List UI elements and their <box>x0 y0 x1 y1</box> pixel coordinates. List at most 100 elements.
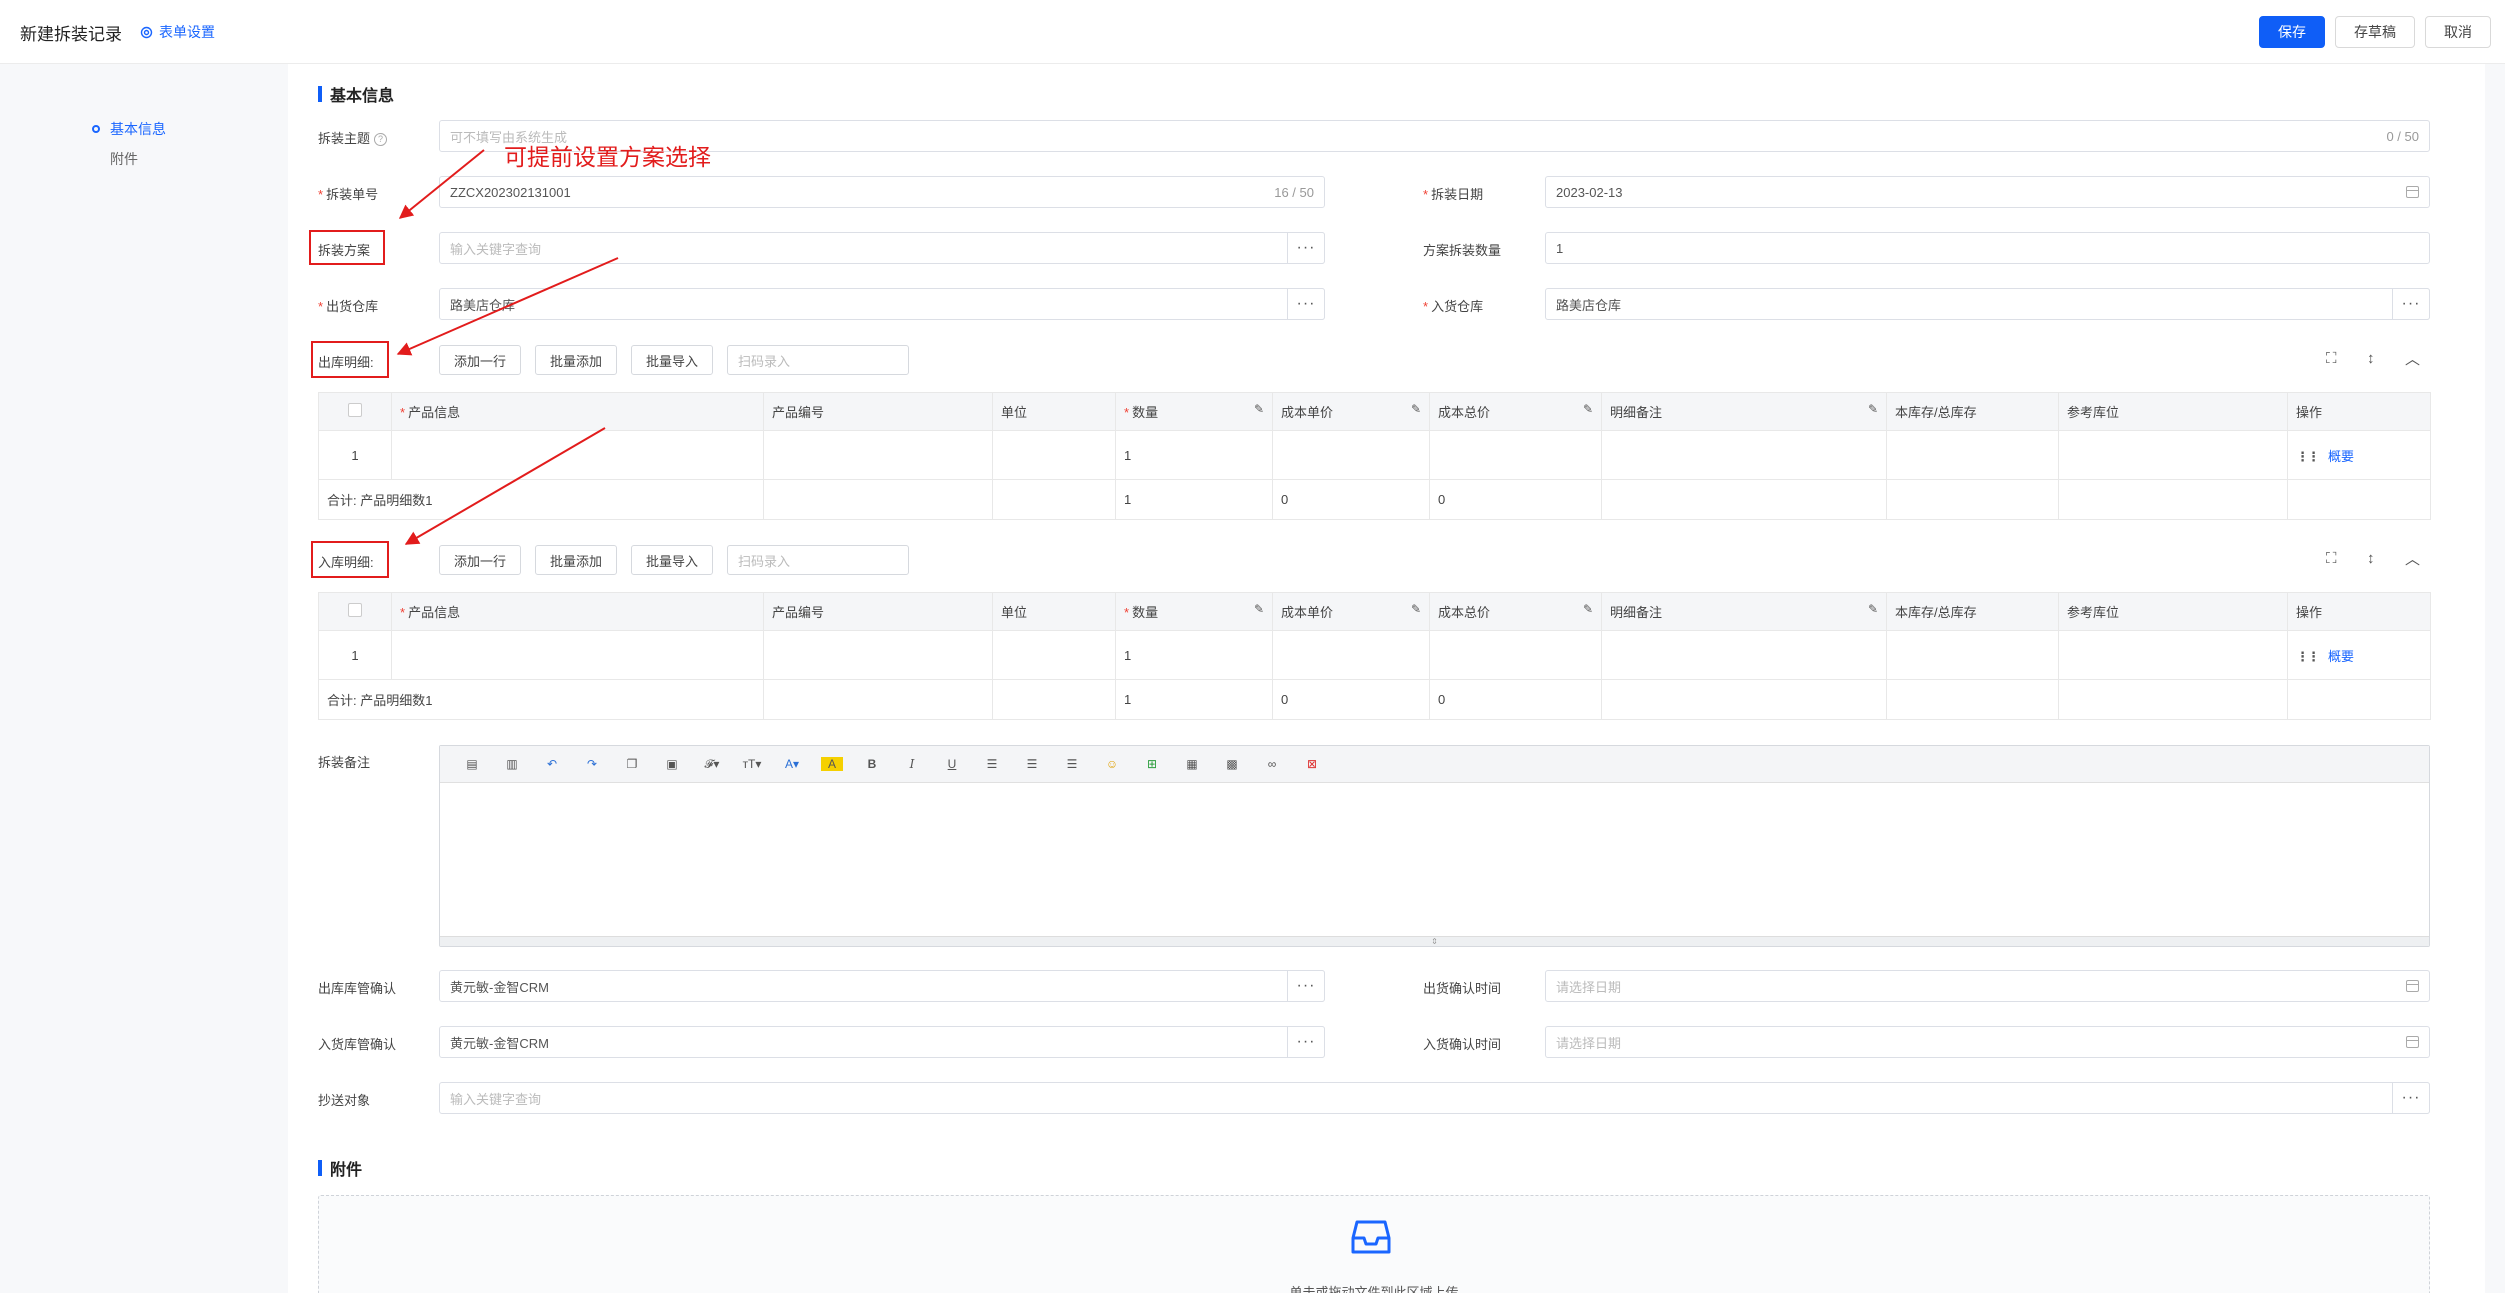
cc-label: 抄送对象 <box>318 1093 371 1108</box>
select-all-checkbox[interactable] <box>348 603 362 617</box>
emoji-icon[interactable]: ☺ <box>1092 757 1132 771</box>
form-settings-link[interactable]: 表单设置 <box>140 22 215 42</box>
char-count: 0 / 50 <box>2386 129 2419 144</box>
table-icon[interactable]: ▦ <box>1172 757 1212 771</box>
product-cell[interactable] <box>391 430 764 480</box>
align-right-icon[interactable]: ☰ <box>1052 757 1092 771</box>
collapse-icon[interactable]: ︿ <box>2405 348 2420 369</box>
fullscreen-icon[interactable]: ⛶ <box>2326 550 2337 567</box>
edit-icon[interactable]: ✎ <box>1868 602 1878 616</box>
col-header: 本库存/总库存 <box>1886 592 2059 631</box>
summary-link[interactable]: 概要 <box>2328 649 2354 664</box>
bold-icon[interactable]: B <box>852 757 892 771</box>
image-icon[interactable]: ▩ <box>1212 757 1252 771</box>
font-color-icon[interactable]: A▾ <box>772 757 812 771</box>
scrollbar-track[interactable] <box>2485 64 2505 1293</box>
in-add-row-button[interactable]: 添加一行 <box>439 545 522 575</box>
out-warehouse-input[interactable]: 路美店仓库 ··· <box>439 288 1325 320</box>
upload-dropzone[interactable]: 单击或拖动文件到此区域上传 <box>318 1195 2430 1293</box>
side-panel: 基本信息 附件 <box>0 64 288 1293</box>
out-batch-import-button[interactable]: 批量导入 <box>631 345 714 375</box>
undo-icon[interactable]: ↶ <box>532 757 572 771</box>
font-size-icon[interactable]: тT▾ <box>732 757 772 771</box>
col-header: 明细备注 ✎ <box>1601 592 1887 631</box>
out-scan-input[interactable]: 扫码录入 <box>727 345 909 375</box>
product-cell[interactable] <box>391 630 764 680</box>
save-draft-button[interactable]: 存草稿 <box>2335 16 2415 48</box>
edit-icon[interactable]: ✎ <box>1868 402 1878 416</box>
in-batch-import-button[interactable]: 批量导入 <box>631 545 714 575</box>
fullscreen-icon[interactable]: ⛶ <box>2326 350 2337 367</box>
nav-item-basic-info[interactable]: 基本信息 <box>92 114 166 144</box>
highlight-color-icon[interactable]: A <box>821 757 843 771</box>
more-icon[interactable]: ··· <box>2392 1082 2430 1114</box>
align-center-icon[interactable]: ☰ <box>1012 757 1052 771</box>
total-row: 合计: 产品明细数1 1 0 0 <box>318 479 2431 520</box>
nav-item-attachments[interactable]: 附件 <box>92 144 166 174</box>
link-icon[interactable]: ∞ <box>1252 757 1292 771</box>
col-header: 产品编号 <box>763 592 993 631</box>
out-add-row-button[interactable]: 添加一行 <box>439 345 522 375</box>
editor-resize-handle[interactable]: ⇕ <box>440 936 2429 946</box>
more-icon[interactable]: ··· <box>1287 232 1325 264</box>
out-manager-label: 出库库管确认 <box>318 981 397 996</box>
plan-qty-input[interactable]: 1 <box>1545 232 2430 264</box>
insert-icon[interactable]: ⊞ <box>1132 757 1172 771</box>
in-time-picker[interactable]: 请选择日期 <box>1545 1026 2430 1058</box>
in-batch-add-button[interactable]: 批量添加 <box>535 545 618 575</box>
edit-icon[interactable]: ✎ <box>1583 402 1593 416</box>
template-icon[interactable]: ▥ <box>492 757 532 771</box>
rich-text-editor[interactable]: ▤ ▥ ↶ ↷ ❐ ▣ 𝓕▾ тT▾ A▾ A B I U ☰ ☰ ☰ ☺ ⊞ … <box>439 745 2430 947</box>
edit-icon[interactable]: ✎ <box>1411 402 1421 416</box>
date-picker[interactable]: 2023-02-13 <box>1545 176 2430 208</box>
out-batch-add-button[interactable]: 批量添加 <box>535 345 618 375</box>
more-icon[interactable]: ··· <box>1287 1026 1325 1058</box>
drag-handle-icon[interactable]: ⋮⋮ <box>2296 449 2320 464</box>
col-header: 成本总价 ✎ <box>1429 392 1602 431</box>
qty-cell[interactable]: 1 <box>1115 630 1273 680</box>
out-manager-input[interactable]: 黄元敏-金智CRM ··· <box>439 970 1325 1002</box>
cancel-button[interactable]: 取消 <box>2425 16 2491 48</box>
col-header: 单位 <box>992 392 1116 431</box>
redo-icon[interactable]: ↷ <box>572 757 612 771</box>
edit-icon[interactable]: ✎ <box>1583 602 1593 616</box>
save-button[interactable]: 保存 <box>2259 16 2325 48</box>
out-time-picker[interactable]: 请选择日期 <box>1545 970 2430 1002</box>
row-height-icon[interactable]: ↕ <box>2367 550 2375 567</box>
qty-cell[interactable]: 1 <box>1115 430 1273 480</box>
edit-icon[interactable]: ✎ <box>1254 402 1264 416</box>
subject-input[interactable]: 可不填写由系统生成 0 / 50 <box>439 120 2430 152</box>
more-icon[interactable]: ··· <box>1287 970 1325 1002</box>
select-all-checkbox[interactable] <box>348 403 362 417</box>
order-no-label: * 拆装单号 <box>318 187 379 202</box>
in-warehouse-input[interactable]: 路美店仓库 ··· <box>1545 288 2430 320</box>
section-title-basic: 基本信息 <box>318 82 394 106</box>
col-header: * 数量 ✎ <box>1115 592 1273 631</box>
drag-handle-icon[interactable]: ⋮⋮ <box>2296 649 2320 664</box>
more-icon[interactable]: ··· <box>1287 288 1325 320</box>
italic-icon[interactable]: I <box>892 757 932 771</box>
paste-icon[interactable]: ▣ <box>652 757 692 771</box>
row-height-icon[interactable]: ↕ <box>2367 350 2375 367</box>
in-scan-input[interactable]: 扫码录入 <box>727 545 909 575</box>
cc-input[interactable]: 输入关键字查询 ··· <box>439 1082 2430 1114</box>
collapse-icon[interactable]: ︿ <box>2405 548 2420 569</box>
col-header: 明细备注 ✎ <box>1601 392 1887 431</box>
fullscreen-editor-icon[interactable]: ⊠ <box>1292 757 1332 771</box>
help-icon[interactable]: ? <box>374 133 388 147</box>
summary-link[interactable]: 概要 <box>2328 449 2354 464</box>
edit-icon[interactable]: ✎ <box>1254 602 1264 616</box>
align-left-icon[interactable]: ☰ <box>972 757 1012 771</box>
in-detail-table: * 产品信息 产品编号 单位 * 数量 ✎ 成本单价 ✎ 成本总价 ✎ 明细备注 ✎ 本库存… <box>318 592 2431 720</box>
in-manager-input[interactable]: 黄元敏-金智CRM ··· <box>439 1026 1325 1058</box>
page-title: 新建拆装记录 <box>20 25 122 44</box>
font-family-icon[interactable]: 𝓕▾ <box>692 757 732 772</box>
top-bar: 新建拆装记录 表单设置 保存 存草稿 取消 <box>0 0 2505 64</box>
more-icon[interactable]: ··· <box>2392 288 2430 320</box>
edit-icon[interactable]: ✎ <box>1411 602 1421 616</box>
source-icon[interactable]: ▤ <box>452 757 492 771</box>
plan-input[interactable]: 输入关键字查询 ··· <box>439 232 1325 264</box>
underline-icon[interactable]: U <box>932 757 972 771</box>
copy-icon[interactable]: ❐ <box>612 757 652 771</box>
order-no-input[interactable]: ZZCX202302131001 16 / 50 <box>439 176 1325 208</box>
